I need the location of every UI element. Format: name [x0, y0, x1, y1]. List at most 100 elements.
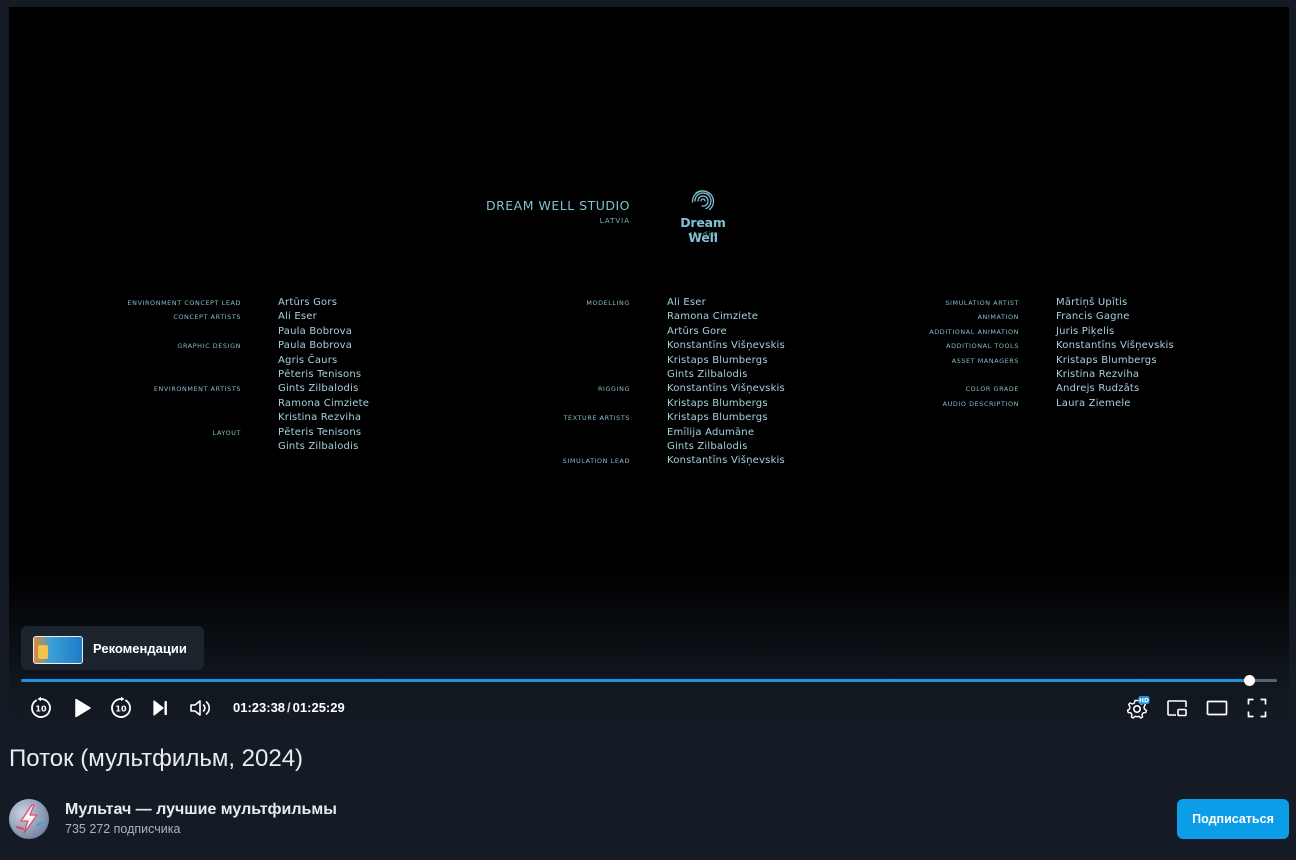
- credit-names: Juris Piķelis: [1056, 325, 1114, 339]
- credit-name: Mārtiņš Upītis: [1056, 297, 1128, 308]
- subscribe-button[interactable]: Подписаться: [1177, 799, 1289, 839]
- picture-in-picture-button[interactable]: [1163, 694, 1191, 722]
- credit-name: Kristaps Blumbergs: [667, 397, 768, 409]
- rewind-10-button[interactable]: 10: [27, 694, 55, 722]
- studio-country: LATVIA: [599, 217, 630, 225]
- credit-names: Ali Eser Ramona Cimziete Artūrs Gore Konsta…: [667, 296, 785, 382]
- channel-name[interactable]: Мультач — лучшие мультфильмы: [65, 801, 337, 819]
- credit-name: Laura Ziemele: [1056, 397, 1131, 409]
- channel-avatar[interactable]: [9, 799, 49, 839]
- progress-bar[interactable]: [21, 675, 1277, 686]
- credit-name: Pēteris Tenisons: [278, 426, 362, 438]
- credit-role: SIMULATION LEAD: [562, 457, 630, 466]
- fingerprint-logo-icon: [691, 190, 715, 211]
- credit-role: ENVIRONMENT CONCEPT LEAD: [127, 299, 241, 307]
- credit-name: Pēteris Tenisons: [278, 369, 362, 380]
- subscriber-count: 735 272 подписчика: [65, 822, 181, 836]
- credit-names: Kristaps Blumbergs Emīlija Adumāne Gints Z…: [667, 411, 768, 454]
- credit-name: Artūrs Gors: [278, 297, 338, 308]
- credit-names: Ali Eser Paula Bobrova: [278, 310, 352, 339]
- credit-name: Kristina Rezviha: [278, 412, 362, 424]
- credit-names: Kristaps Blumbergs Kristina Rezviha: [1056, 354, 1157, 383]
- theater-icon: [1206, 700, 1228, 716]
- credit-names: Mārtiņš Upītis: [1056, 296, 1127, 310]
- play-button[interactable]: [68, 694, 96, 722]
- svg-text:10: 10: [35, 705, 47, 714]
- recommendations-button[interactable]: Рекомендации: [21, 626, 204, 670]
- video-player[interactable]: DREAM WELL STUDIO LATVIA Dream Well stud…: [9, 7, 1289, 732]
- credit-name: Agris Čaurs: [278, 354, 338, 366]
- play-icon: [75, 698, 91, 718]
- credit-name: Konstantīns Višņevskis: [667, 383, 785, 395]
- credit-name: Juris Piķelis: [1056, 325, 1115, 337]
- credit-name: Emīlija Adumāne: [667, 426, 755, 438]
- credit-name: Kristina Rezviha: [1056, 369, 1140, 380]
- quality-settings-button[interactable]: HD: [1123, 694, 1151, 722]
- credit-role: SIMULATION ARTIST: [945, 299, 1019, 307]
- rewind-10-icon: 10: [31, 696, 51, 718]
- credit-names: Paula Bobrova Agris Čaurs Pēteris Tenisons: [278, 339, 361, 382]
- credit-name: Konstantīns Višņevskis: [667, 455, 785, 467]
- logo-sub: studio: [689, 231, 717, 238]
- credit-name: Kristaps Blumbergs: [1056, 354, 1157, 366]
- duration: 01:25:29: [292, 700, 345, 715]
- credit-role: GRAPHIC DESIGN: [177, 342, 241, 351]
- credit-name: Gints Zilbalodis: [667, 441, 748, 452]
- credit-names: Laura Ziemele: [1056, 397, 1131, 411]
- credit-name: Artūrs Gore: [667, 325, 727, 337]
- credit-role: TEXTURE ARTISTS: [563, 414, 630, 423]
- fullscreen-button[interactable]: [1243, 694, 1271, 722]
- credit-role: LAYOUT: [212, 428, 241, 437]
- logo-name: Dream Well: [680, 215, 726, 245]
- video-title: Поток (мультфильм, 2024): [9, 745, 304, 772]
- credit-names: Pēteris Tenisons Gints Zilbalodis: [278, 426, 361, 455]
- credit-name: Kristaps Blumbergs: [667, 412, 768, 424]
- credit-names: Francis Gagne: [1056, 310, 1130, 324]
- next-button[interactable]: [146, 694, 174, 722]
- theater-mode-button[interactable]: [1203, 694, 1231, 722]
- credit-name: Gints Zilbalodis: [667, 369, 748, 381]
- settings-icon: HD: [1126, 696, 1150, 719]
- credit-role: COLOR GRADE: [965, 385, 1019, 394]
- credit-role: ASSET MANAGERS: [951, 356, 1019, 365]
- credit-names: Konstantīns Višņevskis Kristaps Blumbergs: [667, 382, 785, 411]
- hd-badge: HD: [1139, 697, 1149, 704]
- credit-name: Paula Bobrova: [278, 340, 353, 352]
- next-icon: [153, 700, 167, 716]
- credit-name: Paula Bobrova: [278, 325, 353, 337]
- studio-name: DREAM WELL STUDIO: [485, 198, 630, 213]
- credit-name: Francis Gagne: [1056, 311, 1130, 323]
- time-separator: /: [287, 700, 291, 715]
- pip-icon: [1167, 700, 1187, 717]
- fullscreen-icon: [1247, 698, 1267, 718]
- svg-text:10: 10: [115, 705, 127, 714]
- credit-role: RIGGING: [597, 385, 630, 394]
- current-time: 01:23:38: [233, 700, 286, 715]
- credit-name: Konstantīns Višņevskis: [1056, 340, 1174, 352]
- progress-played: [21, 679, 1250, 682]
- volume-icon: [190, 700, 211, 716]
- credit-name: Gints Zilbalodis: [278, 383, 359, 395]
- credit-name: Ali Eser: [667, 297, 706, 308]
- credit-name: Ali Eser: [278, 311, 317, 323]
- lightning-logo-icon: [16, 804, 43, 834]
- credit-role: MODELLING: [586, 299, 630, 307]
- credit-names: Konstantīns Višņevskis: [667, 454, 785, 468]
- credit-name: Andrejs Rudzāts: [1056, 383, 1140, 395]
- credit-name: Konstantīns Višņevskis: [667, 340, 785, 352]
- volume-button[interactable]: [186, 694, 214, 722]
- credit-name: Ramona Cimziete: [278, 397, 370, 409]
- recommendations-thumbnail: [33, 636, 83, 664]
- credit-names: Artūrs Gors: [278, 296, 337, 310]
- forward-10-button[interactable]: 10: [107, 694, 135, 722]
- time-display: 01:23:38/01:25:29: [233, 700, 345, 715]
- studio-logo: Dream Well studio: [665, 187, 741, 247]
- credit-name: Ramona Cimziete: [667, 311, 759, 323]
- credit-role: AUDIO DESCRIPTION: [942, 399, 1019, 408]
- recommendations-label: Рекомендации: [93, 641, 187, 656]
- forward-10-icon: 10: [111, 696, 131, 718]
- credit-role: ADDITIONAL TOOLS: [946, 342, 1019, 351]
- credit-names: Andrejs Rudzāts: [1056, 382, 1139, 396]
- credit-name: Kristaps Blumbergs: [667, 354, 768, 366]
- credit-role: CONCEPT ARTISTS: [173, 313, 241, 322]
